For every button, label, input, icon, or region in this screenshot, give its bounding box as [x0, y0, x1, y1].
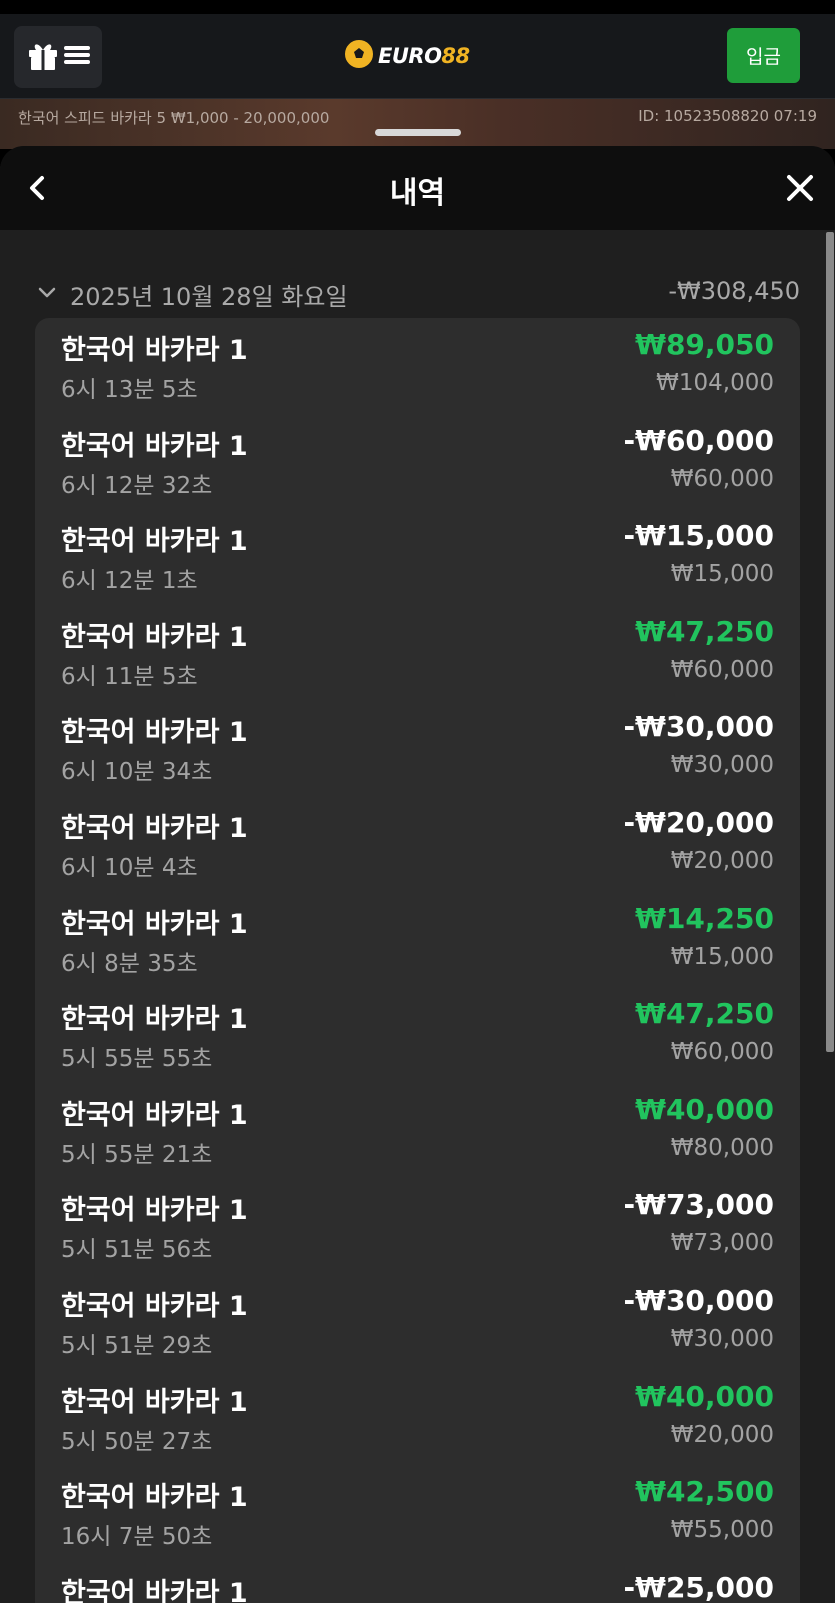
row-game-title: 한국어 바카라 1: [61, 526, 248, 558]
history-row[interactable]: 한국어 바카라 1 -₩25,000: [35, 1561, 800, 1603]
history-row[interactable]: 한국어 바카라 1 6시 12분 1초 -₩15,000 ₩15,000: [35, 509, 800, 605]
history-row[interactable]: 한국어 바카라 1 6시 11분 5초 ₩47,250 ₩60,000: [35, 605, 800, 701]
row-stake: ₩60,000: [670, 1039, 774, 1066]
row-amount: -₩30,000: [623, 710, 774, 744]
row-stake: ₩104,000: [656, 370, 774, 396]
row-amount: ₩42,500: [635, 1475, 774, 1509]
hamburger-icon: [64, 44, 90, 70]
row-time: 6시 12분 32초: [61, 472, 213, 499]
history-row[interactable]: 한국어 바카라 1 16시 7분 50초 ₩42,500 ₩55,000: [35, 1465, 800, 1561]
logo[interactable]: EURO88: [344, 40, 470, 72]
row-amount: -₩73,000: [623, 1188, 774, 1222]
row-stake: ₩73,000: [670, 1230, 774, 1257]
sheet-title: 내역: [389, 176, 446, 211]
row-time: 6시 12분 1초: [61, 568, 198, 595]
row-stake: ₩30,000: [670, 752, 774, 779]
history-list: 한국어 바카라 1 6시 13분 5초 ₩89,050 ₩104,000 한국어 바카라…: [35, 318, 800, 1603]
menu-button[interactable]: [14, 26, 102, 88]
history-row[interactable]: 한국어 바카라 1 5시 51분 29초 -₩30,000 ₩30,000: [35, 1274, 800, 1370]
game-id-time: ID: 10523508820 07:19: [638, 107, 817, 125]
history-row[interactable]: 한국어 바카라 1 6시 12분 32초 -₩60,000 ₩60,000: [35, 414, 800, 510]
row-amount: ₩47,250: [635, 614, 774, 648]
history-row[interactable]: 한국어 바카라 1 5시 55분 21초 ₩40,000 ₩80,000: [35, 1083, 800, 1179]
row-game-title: 한국어 바카라 1: [61, 335, 248, 366]
date-group-header[interactable]: 2025년 10월 28일 화요일 -₩308,450: [36, 274, 800, 311]
row-amount: -₩25,000: [623, 1570, 774, 1603]
row-game-title: 한국어 바카라 1: [61, 1195, 248, 1227]
row-game-title: 한국어 바카라 1: [61, 717, 248, 749]
row-time: 6시 10분 4초: [61, 855, 198, 881]
history-row[interactable]: 한국어 바카라 1 6시 8분 35초 ₩14,250 ₩15,000: [35, 892, 800, 988]
row-stake: ₩60,000: [670, 465, 774, 492]
logo-text-88: 88: [441, 44, 470, 68]
row-time: 6시 13분 5초: [61, 377, 198, 403]
row-amount: ₩40,000: [635, 1092, 774, 1126]
status-bar: [0, 0, 835, 14]
row-time: 5시 51분 29초: [61, 1333, 213, 1359]
game-info-bar: 한국어 스피드 바카라 5 ₩1,000 - 20,000,000 ID: 10…: [0, 99, 835, 149]
top-bar: EURO88 입금: [0, 14, 835, 99]
row-stake: ₩30,000: [670, 1326, 774, 1352]
row-amount: -₩30,000: [623, 1284, 774, 1317]
row-stake: ₩60,000: [670, 656, 774, 683]
row-amount: ₩47,250: [635, 997, 774, 1031]
gift-icon: [26, 38, 60, 76]
logo-text-euro: EURO: [378, 44, 442, 68]
date-label: 2025년 10월 28일 화요일: [70, 283, 348, 311]
soccer-ball-icon: [344, 39, 374, 73]
row-game-title: 한국어 바카라 1: [61, 621, 248, 653]
close-icon[interactable]: [782, 170, 818, 206]
row-time: 5시 55분 21초: [61, 1141, 213, 1168]
row-game-title: 한국어 바카라 1: [61, 1099, 248, 1131]
history-row[interactable]: 한국어 바카라 1 5시 50분 27초 ₩40,000 ₩20,000: [35, 1370, 800, 1466]
history-row[interactable]: 한국어 바카라 1 5시 51분 56초 -₩73,000 ₩73,000: [35, 1178, 800, 1274]
row-time: 5시 50분 27초: [61, 1428, 213, 1455]
row-stake: ₩55,000: [670, 1517, 774, 1544]
row-game-title: 한국어 바카라 1: [61, 430, 248, 462]
row-amount: -₩15,000: [623, 519, 774, 553]
row-game-title: 한국어 바카라 1: [61, 813, 248, 844]
row-game-title: 한국어 바카라 1: [61, 1386, 248, 1418]
row-stake: ₩20,000: [670, 1421, 774, 1448]
row-time: 16시 7분 50초: [61, 1524, 213, 1551]
history-row[interactable]: 한국어 바카라 1 6시 10분 4초 -₩20,000 ₩20,000: [35, 796, 800, 892]
row-time: 6시 8분 35초: [61, 950, 198, 977]
row-time: 6시 10분 34초: [61, 759, 213, 786]
logo-text: EURO88: [378, 44, 470, 68]
row-stake: ₩80,000: [670, 1134, 774, 1161]
row-amount: ₩40,000: [635, 1379, 774, 1413]
row-game-title: 한국어 바카라 1: [61, 1482, 248, 1514]
chevron-down-icon: [36, 282, 58, 304]
row-game-title: 한국어 바카라 1: [61, 1291, 248, 1322]
row-amount: ₩89,050: [635, 328, 774, 361]
history-sheet: 내역 2025년 10월 28일 화요일 -₩308,450 한국어 바카라 1…: [0, 146, 835, 1603]
row-stake: ₩15,000: [670, 561, 774, 588]
history-row[interactable]: 한국어 바카라 1 6시 13분 5초 ₩89,050 ₩104,000: [35, 318, 800, 414]
row-amount: -₩20,000: [623, 806, 774, 839]
history-row[interactable]: 한국어 바카라 1 5시 55분 55초 ₩47,250 ₩60,000: [35, 987, 800, 1083]
row-time: 5시 51분 56초: [61, 1237, 213, 1264]
scrollbar[interactable]: [826, 232, 834, 1052]
sheet-drag-handle[interactable]: [375, 129, 461, 136]
deposit-button[interactable]: 입금: [727, 28, 800, 83]
history-row[interactable]: 한국어 바카라 1 6시 10분 34초 -₩30,000 ₩30,000: [35, 700, 800, 796]
row-game-title: 한국어 바카라 1: [61, 1577, 248, 1603]
sheet-header: 내역: [0, 146, 835, 230]
row-stake: ₩20,000: [670, 848, 774, 874]
row-amount: ₩14,250: [635, 901, 774, 935]
date-total: -₩308,450: [668, 277, 800, 305]
row-game-title: 한국어 바카라 1: [61, 908, 248, 940]
row-game-title: 한국어 바카라 1: [61, 1004, 248, 1036]
row-time: 5시 55분 55초: [61, 1046, 213, 1073]
game-info-text: 한국어 스피드 바카라 5 ₩1,000 - 20,000,000: [18, 109, 330, 127]
row-time: 6시 11분 5초: [61, 663, 198, 690]
row-stake: ₩15,000: [670, 943, 774, 970]
row-amount: -₩60,000: [623, 423, 774, 457]
